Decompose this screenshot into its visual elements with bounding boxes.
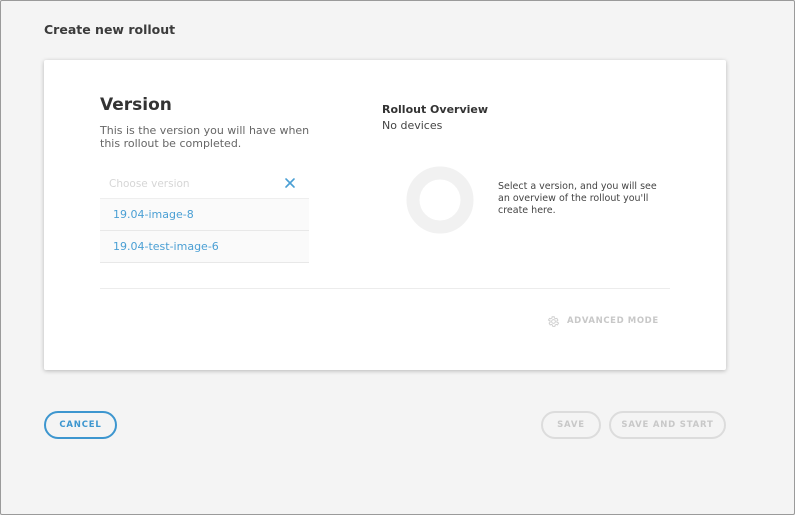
overview-hint: Select a version, and you will see an ov… <box>498 181 657 216</box>
advanced-mode-label: ADVANCED MODE <box>567 316 659 326</box>
rollout-donut-chart <box>406 166 474 234</box>
version-search-input[interactable] <box>100 171 279 197</box>
advanced-mode-toggle[interactable]: ADVANCED MODE <box>547 314 659 328</box>
divider <box>100 288 670 289</box>
overview-title: Rollout Overview <box>382 103 489 116</box>
rollout-card: Version This is the version you will hav… <box>44 60 726 370</box>
cancel-button[interactable]: CANCEL <box>44 411 117 439</box>
donut-empty-ring <box>406 166 474 234</box>
overview-device-count: No devices <box>382 119 443 132</box>
gear-icon <box>547 315 560 327</box>
version-option-19-04-test-image-6[interactable]: 19.04-test-image-6 <box>100 231 309 263</box>
save-button[interactable]: SAVE <box>541 411 601 439</box>
version-select-input-row[interactable] <box>100 171 309 199</box>
save-and-start-button[interactable]: SAVE AND START <box>609 411 726 439</box>
version-select[interactable]: 19.04-image-8 19.04-test-image-6 <box>100 171 309 263</box>
version-description: This is the version you will have when t… <box>100 124 310 150</box>
close-icon[interactable] <box>283 176 297 190</box>
version-heading: Version <box>100 95 172 115</box>
version-option-19-04-image-8[interactable]: 19.04-image-8 <box>100 199 309 231</box>
page-title: Create new rollout <box>44 22 176 37</box>
